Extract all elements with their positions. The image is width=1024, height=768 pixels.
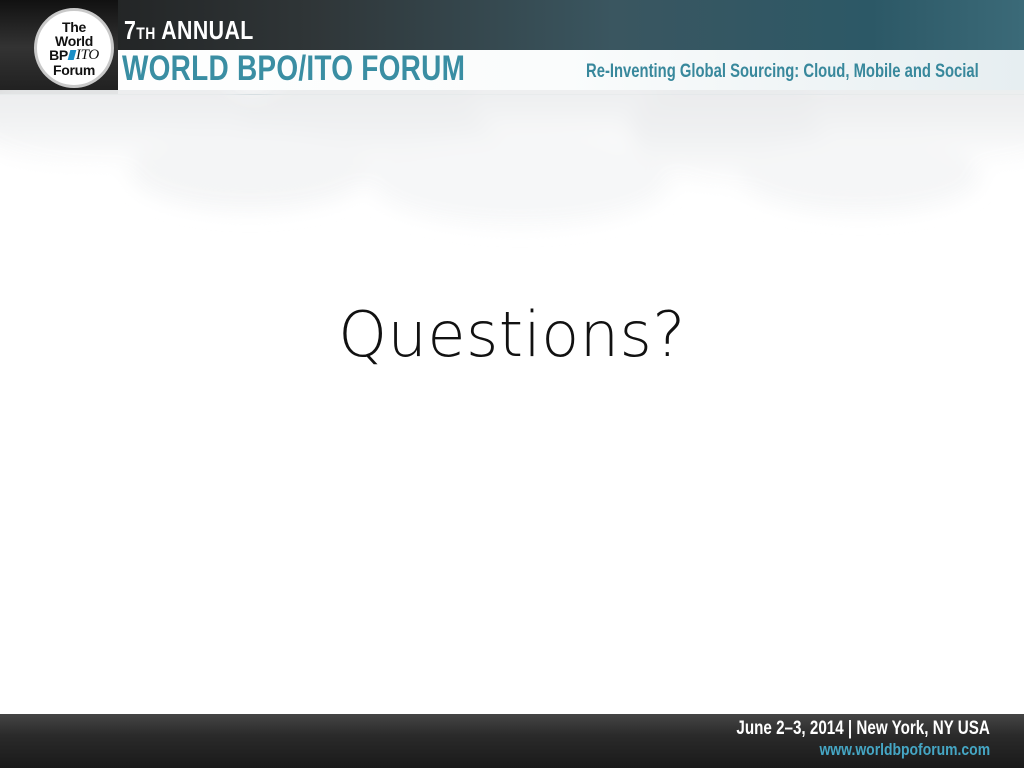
cloud-decoration [0,90,1024,225]
slide-title: Questions? [338,298,686,371]
header-banner: The World BP ITO Forum 7TH ANNUAL WORLD … [0,0,1024,95]
logo-line-the: The [62,18,86,35]
logo-line-world: World [55,32,93,49]
forum-tagline: Re-Inventing Global Sourcing: Cloud, Mob… [586,61,979,82]
forum-title: WORLD BPO/ITO FORUM [122,49,466,88]
logo-bp: BP [49,47,68,63]
header-divider [0,94,1024,95]
logo-line-forum: Forum [52,61,96,78]
annual-number: 7 [124,15,137,45]
annual-suffix: TH [136,24,156,43]
annual-word: ANNUAL [161,15,254,45]
logo-line-bpito: BP ITO [49,46,99,63]
forum-logo: The World BP ITO Forum [34,8,114,88]
slide: The World BP ITO Forum 7TH ANNUAL WORLD … [0,0,1024,768]
event-date-location: June 2–3, 2014 | New York, NY USA [736,718,990,739]
footer-banner: June 2–3, 2014 | New York, NY USA www.wo… [0,714,1024,768]
annual-label: 7TH ANNUAL [124,15,254,46]
event-website-link[interactable]: www.worldbpoforum.com [819,740,990,760]
logo-ito: ITO [75,46,99,63]
